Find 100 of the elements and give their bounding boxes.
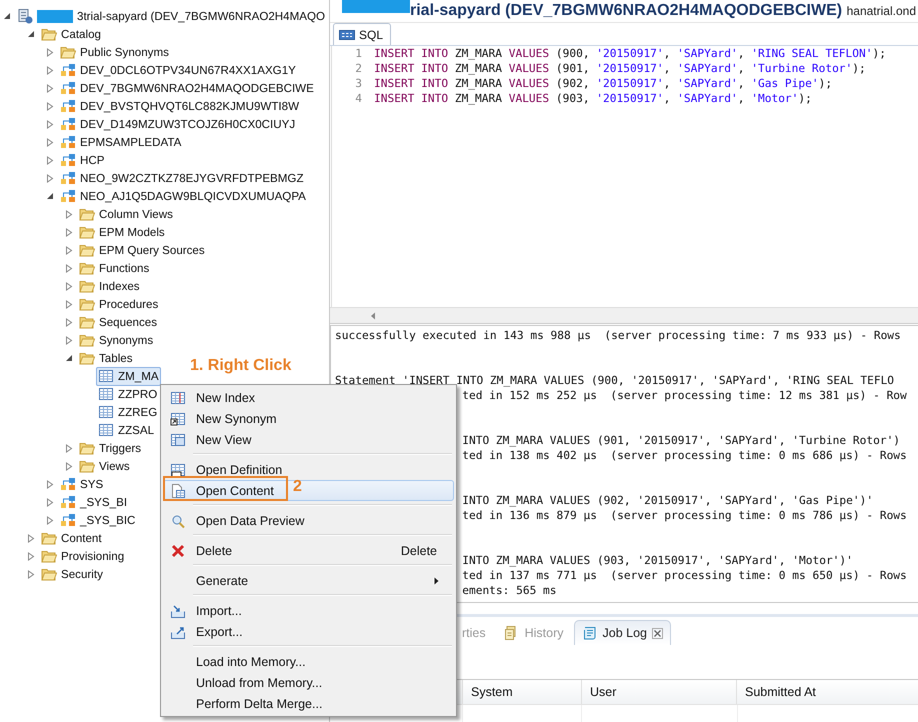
- menu-item[interactable]: New View: [163, 429, 454, 450]
- tree-item[interactable]: NEO_9W2CZTKZ78EJYGVRFDTPEBMGZ: [58, 168, 306, 188]
- tree-item[interactable]: Security: [39, 564, 105, 584]
- code-line: INSERT INTO ZM_MARA VALUES (903, '20150917', 'SAPYard', 'Motor');: [374, 91, 812, 106]
- schema-icon: [60, 512, 76, 528]
- document-grid-icon: [170, 482, 186, 498]
- folder-icon: [41, 530, 57, 546]
- tree-item[interactable]: Synonyms: [77, 330, 156, 350]
- column-header[interactable]: System: [462, 680, 581, 704]
- tree-item[interactable]: Provisioning: [39, 546, 126, 566]
- tree-item[interactable]: Content: [39, 528, 104, 548]
- schema-icon: [60, 494, 76, 510]
- editor-tab[interactable]: SQL: [333, 23, 392, 45]
- folder-icon: [79, 440, 95, 456]
- table-icon: [98, 386, 114, 402]
- tree-item[interactable]: Public Synonyms: [58, 42, 171, 62]
- menu-item[interactable]: Generate: [163, 570, 454, 591]
- annotation-label: 2: [293, 478, 302, 496]
- tree-item[interactable]: ZZPRO: [96, 384, 160, 404]
- tree-item[interactable]: ZZREG: [96, 402, 160, 422]
- tree-item[interactable]: Sequences: [77, 312, 160, 332]
- log-line: INTO ZM_MARA VALUES (902, '20150917', 'SAPYard', 'Gas Pipe')': [462, 494, 874, 507]
- folder-icon: [79, 260, 95, 276]
- grid-icon: [170, 432, 186, 448]
- tree-item[interactable]: ZM_MA: [96, 366, 161, 386]
- column-header[interactable]: Submitted At: [736, 680, 918, 704]
- log-line: ted in 136 ms 879 µs (server processing time: 0 ms 786 µs) - Rows: [462, 509, 907, 522]
- tree-item[interactable]: Triggers: [77, 438, 144, 458]
- tree-item[interactable]: Procedures: [77, 294, 160, 314]
- tree-item[interactable]: _SYS_BI: [58, 492, 130, 512]
- tree-item[interactable]: DEV_D149MZUW3TCOJZ6H0CX0CIUYJ: [58, 114, 298, 134]
- tree-item[interactable]: DEV_0DCL6OTPV34UN67R4XX1AXG1Y: [58, 60, 298, 80]
- menu-item[interactable]: Unload from Memory...: [163, 672, 454, 693]
- tree-item[interactable]: SYS: [58, 474, 106, 494]
- tree-item[interactable]: EPM Query Sources: [77, 240, 207, 260]
- menu-item[interactable]: Open Data Preview: [163, 510, 454, 531]
- shortcut-label: Delete: [400, 544, 438, 558]
- tree-item[interactable]: HCP: [58, 150, 106, 170]
- tree-item[interactable]: Catalog: [39, 24, 103, 44]
- host-name: hanatrial.ond: [846, 4, 917, 18]
- tree-item[interactable]: NEO_AJ1Q5DAGW9BLQICVDXUMUAQPA: [58, 186, 308, 206]
- schema-icon: [60, 116, 76, 132]
- tree-item[interactable]: DEV_7BGMW6NRAO2H4MAQODGEBCIWE: [58, 78, 316, 98]
- tree-item[interactable]: EPM Models: [77, 222, 167, 242]
- tree-item[interactable]: Views: [77, 456, 132, 476]
- log-line: ted in 152 ms 252 µs (server processing time: 12 ms 381 µs) - Row: [462, 389, 907, 402]
- column-header[interactable]: User: [581, 680, 736, 704]
- magnifier-icon: [170, 512, 186, 528]
- schema-icon: [60, 134, 76, 150]
- folder-icon: [79, 332, 95, 348]
- line-number: 2: [354, 61, 363, 76]
- folder-icon: [60, 44, 76, 60]
- folder-icon: [79, 314, 95, 330]
- tree-item[interactable]: DEV_BVSTQHVQT6LC882KJMU9WTI8W: [58, 96, 302, 116]
- schema-icon: [60, 80, 76, 96]
- close-icon[interactable]: [652, 628, 664, 638]
- log-line: INTO ZM_MARA VALUES (903, '20150917', 'SAPYard', 'Motor')': [462, 554, 853, 567]
- menu-item[interactable]: Perform Delta Merge...: [163, 693, 454, 714]
- tree-item[interactable]: 3trial-sapyard (DEV_7BGMW6NRAO2H4MAQO: [15, 6, 328, 26]
- schema-icon: [60, 170, 76, 186]
- tree-item[interactable]: Indexes: [77, 276, 142, 296]
- tree-item[interactable]: EPMSAMPLEDATA: [58, 132, 184, 152]
- folder-icon: [79, 296, 95, 312]
- schema-icon: [60, 188, 76, 204]
- database-icon: [17, 8, 33, 24]
- code-line: INSERT INTO ZM_MARA VALUES (901, '20150917', 'SAPYard', 'Turbine Rotor');: [374, 61, 866, 76]
- scroll-icon: [582, 625, 598, 641]
- schema-icon: [60, 152, 76, 168]
- menu-item[interactable]: Open Definition: [163, 459, 454, 480]
- left-arrow-icon: [370, 312, 376, 320]
- tree-item[interactable]: Tables: [77, 348, 135, 368]
- menu-item[interactable]: New Index: [163, 387, 454, 408]
- folder-icon: [41, 26, 57, 42]
- line-number: 1: [354, 46, 363, 61]
- editor-title: rial-sapyard (DEV_7BGMW6NRAO2H4MAQODGEBCIWE): [410, 2, 842, 20]
- menu-item[interactable]: New Synonym: [163, 408, 454, 429]
- horizontal-scrollbar[interactable]: [330, 307, 918, 324]
- tree-item[interactable]: ZZSAL: [96, 420, 156, 440]
- sql-icon: [339, 28, 355, 40]
- grid-icon: [170, 390, 186, 406]
- grid-icon: [170, 462, 186, 478]
- table-icon: [98, 404, 114, 420]
- import-icon: [170, 602, 186, 618]
- folder-icon: [79, 224, 95, 240]
- log-line: ted in 137 ms 771 µs (server processing time: 0 ms 650 µs) - Rows: [462, 569, 907, 582]
- schema-icon: [60, 62, 76, 78]
- folder-icon: [41, 566, 57, 582]
- panel-tab[interactable]: Job Log: [574, 620, 672, 645]
- log-line: ted in 138 ms 402 µs (server processing time: 0 ms 686 µs) - Rows: [462, 449, 907, 462]
- menu-item[interactable]: Import...: [163, 600, 454, 621]
- tree-item[interactable]: Functions: [77, 258, 152, 278]
- annotation-label: 1. Right Click: [190, 357, 292, 375]
- menu-item[interactable]: Export...: [163, 621, 454, 642]
- table-icon: [98, 368, 114, 384]
- menu-item[interactable]: Delete Delete: [163, 540, 454, 561]
- line-number: 4: [354, 91, 363, 106]
- tree-item[interactable]: Column Views: [77, 204, 175, 224]
- folder-icon: [79, 458, 95, 474]
- tree-item[interactable]: _SYS_BIC: [58, 510, 138, 530]
- menu-item[interactable]: Load into Memory...: [163, 651, 454, 672]
